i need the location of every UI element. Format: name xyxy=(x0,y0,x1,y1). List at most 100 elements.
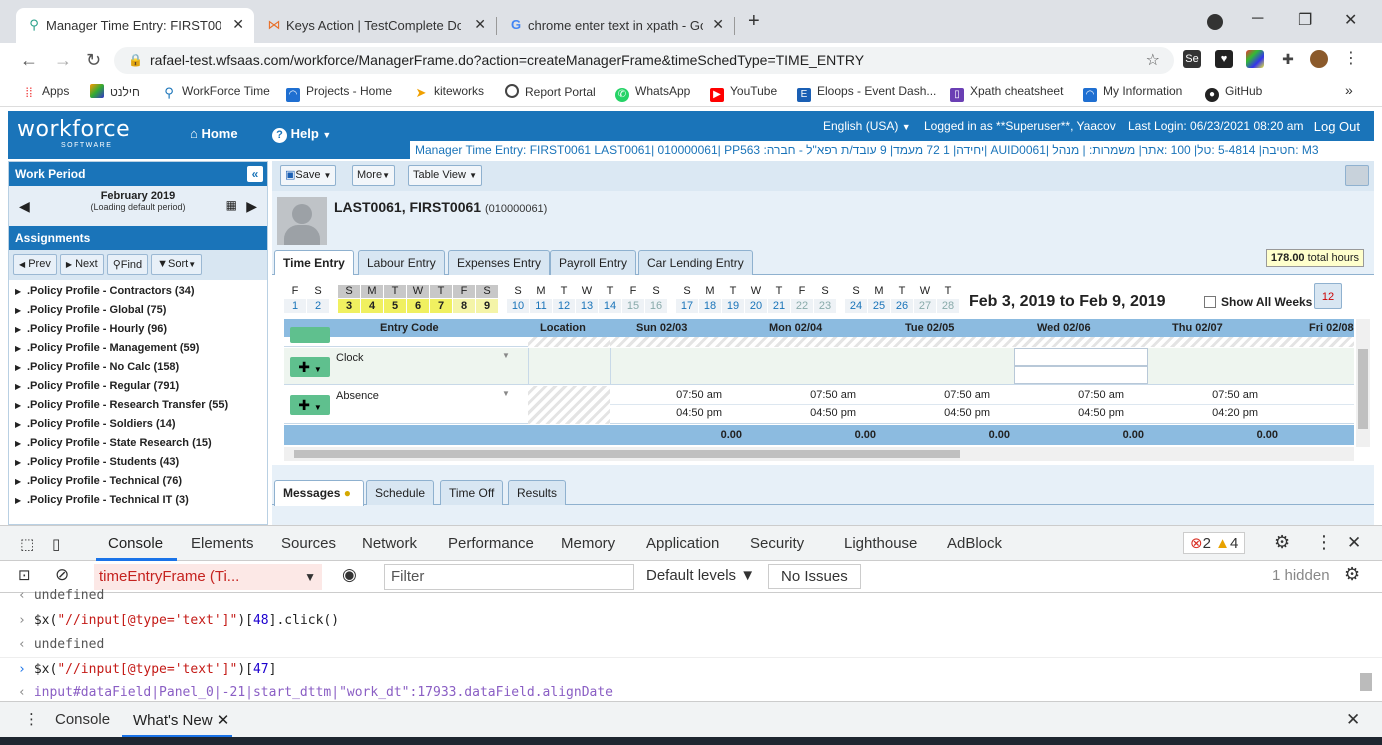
tab-labour-entry[interactable]: Labour Entry xyxy=(358,250,445,275)
expand-icon[interactable]: ▶ xyxy=(15,358,27,377)
bookmark-my-information[interactable]: ◠ My Information xyxy=(1083,84,1182,102)
url-input[interactable]: 🔒 rafael-test.wfsaas.com/workforce/Manag… xyxy=(114,47,1174,74)
prev-button[interactable]: ◀ Prev xyxy=(13,254,57,275)
time-out-cell[interactable]: 04:50 pm xyxy=(602,407,722,419)
tab-car-lending-entry[interactable]: Car Lending Entry xyxy=(638,250,753,275)
calendar-day-number[interactable]: 7 xyxy=(430,299,452,313)
calendar-day-number[interactable]: 27 xyxy=(914,299,936,313)
time-in-cell[interactable]: 07:50 am xyxy=(1138,389,1258,401)
tab-adblock[interactable]: AdBlock xyxy=(947,535,1002,552)
expand-icon[interactable]: ▶ xyxy=(15,282,27,301)
chevron-down-icon[interactable]: ▼ xyxy=(502,351,510,360)
bookmark-apps[interactable]: ⁞⁞ Apps xyxy=(22,84,69,100)
browser-tab-active[interactable]: ⚲ Manager Time Entry: FIRST0061 L ✕ xyxy=(16,8,254,43)
user-photo-button[interactable] xyxy=(1345,165,1369,186)
bookmark-eloops[interactable]: E Eloops - Event Dash... xyxy=(797,84,936,102)
add-entry-button[interactable]: ✚ ▼ xyxy=(290,395,330,415)
expand-icon[interactable]: ▶ xyxy=(15,453,27,472)
logout-link[interactable]: Log Out xyxy=(1314,119,1360,134)
tab-search-icon[interactable] xyxy=(1207,14,1223,30)
calendar-day-number[interactable]: 11 xyxy=(530,299,552,313)
drawer-tab-whats-new[interactable]: What's New ✕ xyxy=(133,711,229,729)
time-in-cell[interactable]: 07:50 am xyxy=(736,389,856,401)
context-selector[interactable]: timeEntryFrame (Ti... ▼ xyxy=(94,564,322,590)
list-item[interactable]: ▶ .Policy Profile - Management (59) xyxy=(9,339,267,358)
log-levels-select[interactable]: Default levels ▼ xyxy=(646,567,755,584)
calendar-day-number[interactable]: 13 xyxy=(576,299,598,313)
bookmark-youtube[interactable]: ▶ YouTube xyxy=(710,84,777,102)
tab-schedule[interactable]: Schedule xyxy=(366,480,435,505)
bookmark-workforce-time[interactable]: ⚲ WorkForce Time xyxy=(162,84,270,100)
list-item[interactable]: ▶ .Policy Profile - State Research (15) xyxy=(9,434,267,453)
tab-time-off[interactable]: Time Off xyxy=(440,480,504,505)
tab-application[interactable]: Application xyxy=(646,535,719,552)
browser-tab[interactable]: ⋈ Keys Action | TestComplete Docu ✕ xyxy=(256,8,496,43)
inspect-element-icon[interactable]: ⬚ xyxy=(20,535,34,553)
add-entry-button[interactable] xyxy=(290,327,330,343)
calendar-day-number[interactable]: 2 xyxy=(307,299,329,313)
chevron-down-icon[interactable]: ▼ xyxy=(502,389,510,398)
close-tab-icon[interactable]: ✕ xyxy=(712,16,724,33)
bookmark-star-icon[interactable]: ☆ xyxy=(1146,47,1160,74)
calendar-day-number[interactable]: 22 xyxy=(791,299,813,313)
time-input[interactable] xyxy=(1014,348,1148,366)
save-button[interactable]: ▣Save ▼ xyxy=(280,165,337,186)
tab-network[interactable]: Network xyxy=(362,535,417,552)
new-tab-button[interactable]: + xyxy=(748,10,760,33)
more-bookmarks-icon[interactable]: » xyxy=(1345,82,1353,98)
expand-icon[interactable]: ▶ xyxy=(15,396,27,415)
time-in-cell[interactable]: 07:50 am xyxy=(870,389,990,401)
expand-icon[interactable]: ▶ xyxy=(15,339,27,358)
sort-button[interactable]: ▼Sort▼ xyxy=(151,254,203,275)
pocket-extension-icon[interactable]: ♥ xyxy=(1215,50,1233,68)
language-select[interactable]: English (USA) ▼ xyxy=(823,119,911,133)
drawer-tab-console[interactable]: Console xyxy=(55,711,110,728)
bookmark-github[interactable]: ● GitHub xyxy=(1205,84,1262,102)
issues-counter[interactable]: ⊗2 ▲4 xyxy=(1183,532,1246,554)
calendar-day-number[interactable]: 5 xyxy=(384,299,406,313)
console-scrollbar[interactable] xyxy=(1360,601,1372,701)
eye-icon[interactable]: ◉ xyxy=(342,565,357,585)
list-item[interactable]: ▶ .Policy Profile - Hourly (96) xyxy=(9,320,267,339)
table-view-button[interactable]: Table View ▼ xyxy=(408,165,482,186)
tab-sources[interactable]: Sources xyxy=(281,535,336,552)
tab-performance[interactable]: Performance xyxy=(448,535,534,552)
previous-period-icon[interactable]: ◀ xyxy=(19,198,30,215)
colorful-extension-icon[interactable] xyxy=(1246,50,1264,68)
tab-payroll-entry[interactable]: Payroll Entry xyxy=(550,250,637,275)
calendar-day-number[interactable]: 12 xyxy=(553,299,575,313)
bookmark-report-portal[interactable]: Report Portal xyxy=(505,84,596,99)
close-icon[interactable]: ✕ xyxy=(217,712,230,729)
time-in-cell[interactable]: 07:50 am xyxy=(602,389,722,401)
tab-time-entry[interactable]: Time Entry xyxy=(274,250,354,276)
next-button[interactable]: ▶ Next xyxy=(59,254,104,275)
expand-icon[interactable]: ▶ xyxy=(15,320,27,339)
calendar-day-number[interactable]: 26 xyxy=(891,299,913,313)
drawer-menu-icon[interactable]: ⋮ xyxy=(24,710,39,728)
bookmark-hilnet[interactable]: חילנט xyxy=(90,84,140,99)
calendar-day-number[interactable]: 8 xyxy=(453,299,475,313)
find-button[interactable]: ⚲Find xyxy=(106,254,149,275)
calendar-day-number[interactable]: 14 xyxy=(599,299,621,313)
clear-console-icon[interactable]: ⊘ xyxy=(55,565,69,585)
tab-security[interactable]: Security xyxy=(750,535,804,552)
calendar-day-number[interactable]: 1 xyxy=(284,299,306,313)
back-icon[interactable]: ← xyxy=(20,50,38,71)
bookmark-projects-home[interactable]: ◠ Projects - Home xyxy=(286,84,392,102)
help-menu[interactable]: ? Help ▼ xyxy=(272,126,331,143)
calendar-day-number[interactable]: 16 xyxy=(645,299,667,313)
filter-input[interactable]: Filter xyxy=(384,564,634,590)
horizontal-scrollbar[interactable] xyxy=(284,447,1354,461)
tab-expenses-entry[interactable]: Expenses Entry xyxy=(448,250,551,275)
more-options-icon[interactable]: ⋮ xyxy=(1315,532,1333,553)
add-entry-button[interactable]: ✚ ▼ xyxy=(290,357,330,377)
calendar-day-number[interactable]: 9 xyxy=(476,299,498,313)
settings-gear-icon[interactable]: ⚙ xyxy=(1274,532,1290,553)
calendar-day-number[interactable]: 17 xyxy=(676,299,698,313)
calendar-day-number[interactable]: 28 xyxy=(937,299,959,313)
tab-results[interactable]: Results xyxy=(508,480,567,505)
vertical-scrollbar[interactable] xyxy=(1356,319,1370,447)
more-button[interactable]: More▼ xyxy=(352,165,395,186)
calendar-day-number[interactable]: 18 xyxy=(699,299,721,313)
expand-icon[interactable]: ▶ xyxy=(15,472,27,491)
